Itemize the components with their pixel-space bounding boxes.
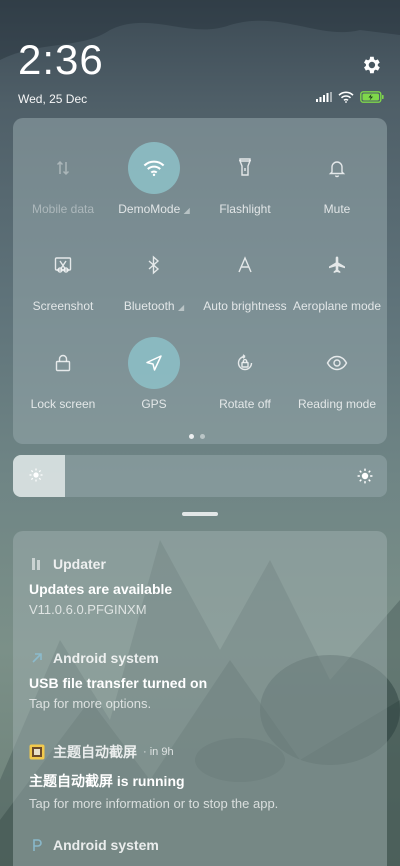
tile-label: Reading mode — [297, 397, 377, 411]
tile-screenshot[interactable]: Screenshot — [16, 239, 110, 313]
wifi-icon — [128, 142, 180, 194]
notification-header: Android system — [29, 650, 379, 666]
status-icons — [316, 91, 384, 103]
theme-screenshot-app-icon — [29, 744, 45, 760]
tile-demomode[interactable]: DemoMode ◢ — [107, 142, 201, 216]
tile-auto-brightness[interactable]: Auto brightness — [198, 239, 292, 313]
notification-list: Updater Updates are available V11.0.6.0.… — [13, 531, 387, 866]
tile-label: Flashlight — [219, 202, 271, 216]
brightness-high-icon — [357, 468, 373, 484]
updater-icon — [29, 556, 45, 572]
flashlight-icon — [219, 142, 271, 194]
tile-label: Mobile data — [31, 202, 95, 216]
notification-theme-screenshot[interactable]: 主题自动截屏 · in 9h 主题自动截屏 is running Tap for… — [29, 742, 379, 811]
notification-body: Tap for more information or to stop the … — [29, 796, 279, 811]
tile-rotate-off[interactable]: Rotate off — [198, 337, 292, 411]
brightness-low-icon — [29, 468, 43, 482]
tile-aeroplane-mode[interactable]: Aeroplane mode — [290, 239, 384, 313]
tile-lock-screen[interactable]: Lock screen — [16, 337, 110, 411]
notification-body: V11.0.6.0.PFGINXM — [29, 602, 147, 617]
tile-label: Screenshot — [32, 299, 94, 313]
signal-icon — [316, 92, 332, 102]
android-icon — [29, 837, 45, 853]
page-indicator — [189, 434, 205, 439]
bluetooth-icon — [128, 239, 180, 291]
notification-header: Updater — [29, 556, 379, 572]
tile-label: Aeroplane mode — [292, 299, 382, 313]
notification-app-name: 主题自动截屏 — [53, 744, 137, 760]
tile-mobile-data[interactable]: Mobile data — [16, 142, 110, 216]
tile-label: Auto brightness — [203, 299, 287, 313]
tile-label: Mute — [323, 202, 351, 216]
notification-android-system[interactable]: Android system — [29, 837, 379, 853]
airplane-icon — [311, 239, 363, 291]
mobile-data-icon — [37, 142, 89, 194]
notification-time: · in 9h — [143, 746, 174, 758]
tile-mute[interactable]: Mute — [290, 142, 384, 216]
clock-date[interactable]: Wed, 25 Dec — [18, 92, 87, 106]
notification-title: USB file transfer turned on — [29, 675, 208, 691]
notification-app-name: Android system — [53, 837, 159, 853]
battery-charging-icon — [360, 91, 384, 103]
brightness-slider[interactable] — [13, 455, 387, 497]
notification-android-usb[interactable]: Android system USB file transfer turned … — [29, 650, 379, 711]
auto-brightness-icon — [219, 239, 271, 291]
gear-icon[interactable] — [360, 54, 382, 76]
rotate-lock-icon — [219, 337, 271, 389]
bell-icon — [311, 142, 363, 194]
tile-gps[interactable]: GPS — [107, 337, 201, 411]
eye-icon — [311, 337, 363, 389]
clock-time[interactable]: 2:36 — [18, 36, 104, 84]
notification-app-name: Android system — [53, 650, 159, 666]
tile-label: DemoMode ◢ — [118, 202, 190, 216]
notification-header: 主题自动截屏 · in 9h — [29, 742, 379, 762]
page-dot-active — [189, 434, 194, 439]
tile-reading-mode[interactable]: Reading mode — [290, 337, 384, 411]
page-dot — [200, 434, 205, 439]
drag-handle[interactable] — [182, 512, 218, 516]
notification-title: 主题自动截屏 is running — [29, 773, 185, 789]
tile-bluetooth[interactable]: Bluetooth ◢ — [107, 239, 201, 313]
notification-body: Tap for more options. — [29, 696, 152, 711]
notification-header: Android system — [29, 837, 379, 853]
notification-title: Updates are available — [29, 581, 173, 597]
tile-label: GPS — [141, 397, 167, 411]
android-icon — [29, 650, 45, 666]
tile-flashlight[interactable]: Flashlight — [198, 142, 292, 216]
tile-label: Lock screen — [30, 397, 96, 411]
tile-label: Bluetooth ◢ — [123, 299, 185, 313]
location-arrow-icon — [128, 337, 180, 389]
tile-label: Rotate off — [219, 397, 271, 411]
quick-settings-panel: Mobile data DemoMode ◢ Flashlight Mute S… — [13, 118, 387, 444]
screenshot-icon — [37, 239, 89, 291]
lock-icon — [37, 337, 89, 389]
wifi-icon — [338, 91, 354, 103]
notification-updater[interactable]: Updater Updates are available V11.0.6.0.… — [29, 556, 379, 617]
notification-app-name: Updater — [53, 556, 106, 572]
